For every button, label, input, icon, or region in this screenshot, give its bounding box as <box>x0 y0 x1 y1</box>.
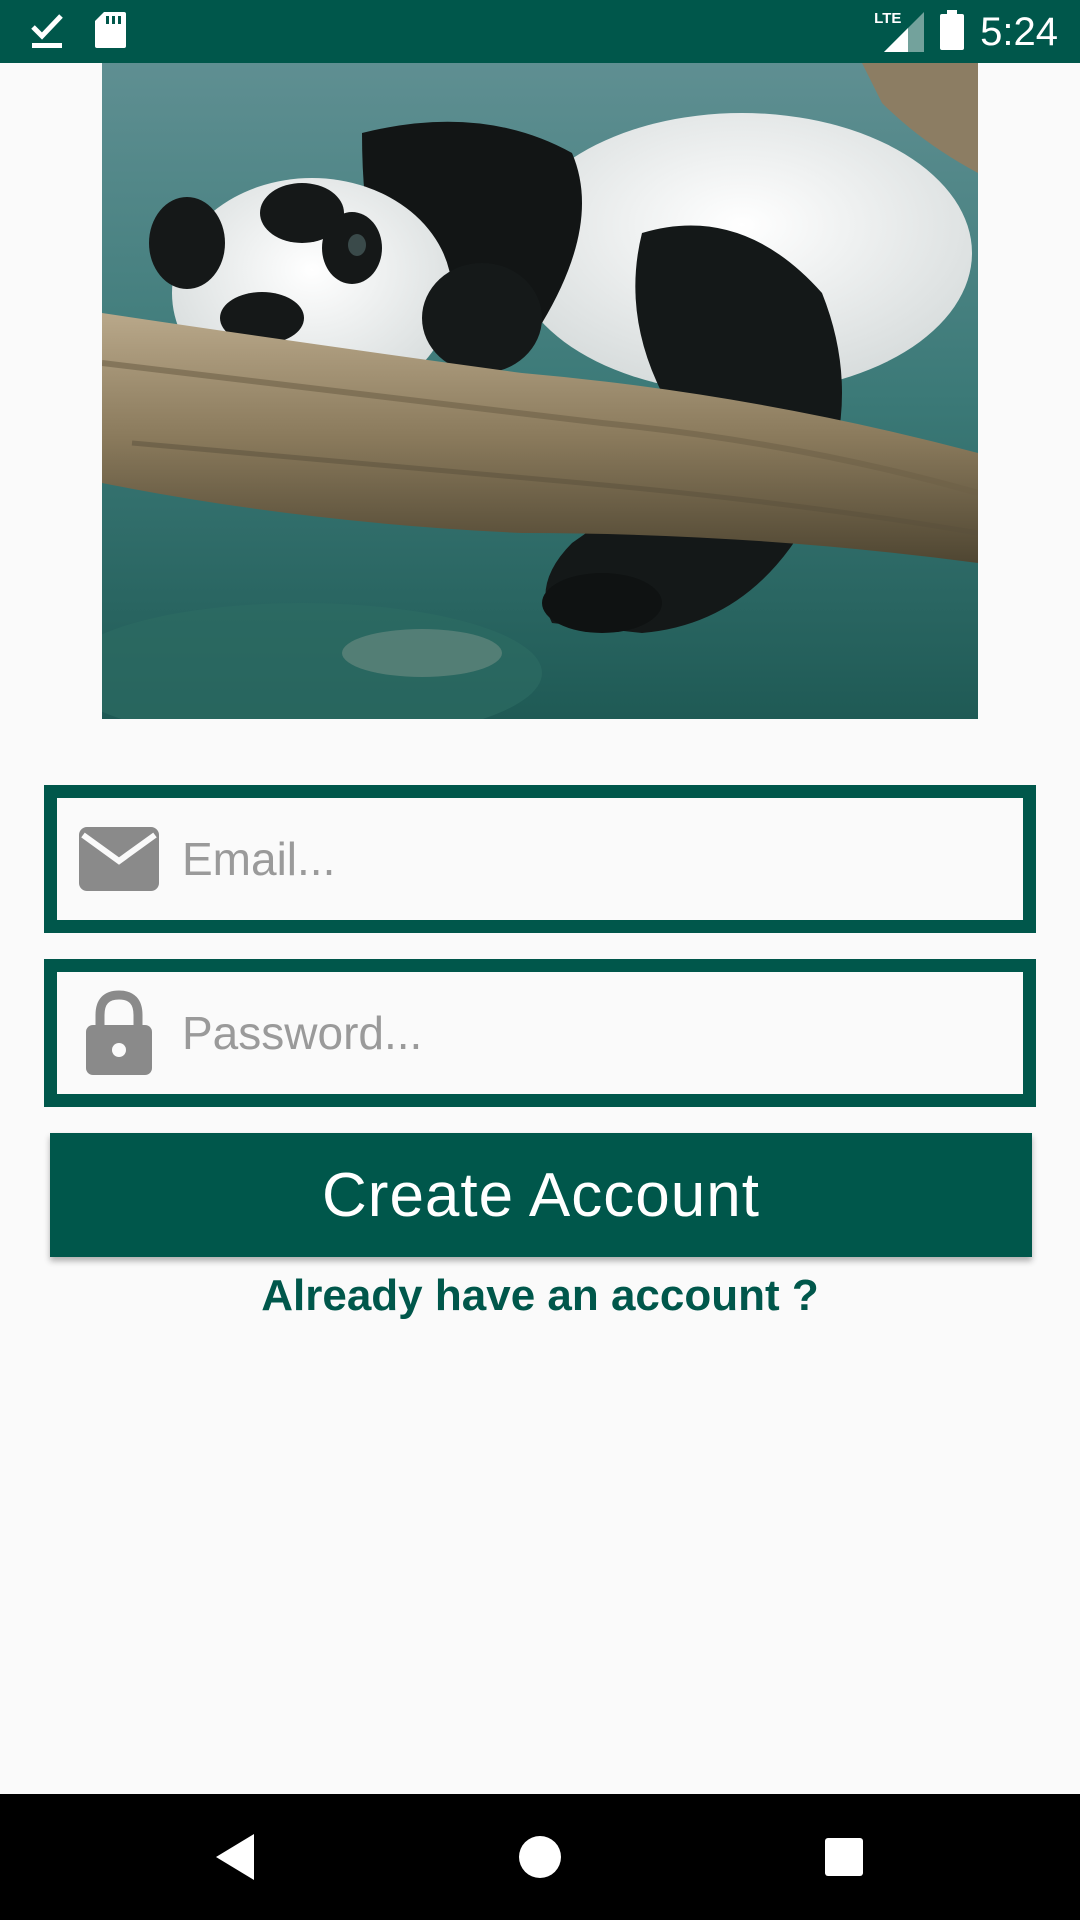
home-icon[interactable] <box>510 1827 570 1887</box>
email-icon <box>77 817 161 901</box>
panda-hero-image <box>102 63 978 719</box>
status-bar-left <box>30 11 126 54</box>
signal-icon: LTE <box>874 10 925 52</box>
back-icon[interactable] <box>206 1827 266 1887</box>
email-input[interactable] <box>182 798 1013 920</box>
email-field-container <box>44 785 1036 933</box>
status-bar-right: LTE 5:24 <box>874 9 1058 55</box>
signup-screen: LTE 5:24 Email... Create Account Already… <box>0 0 1080 1920</box>
network-type-label: LTE <box>874 10 902 27</box>
sd-card-icon <box>94 11 126 54</box>
navigation-bar <box>0 1794 1080 1920</box>
lock-icon <box>77 990 161 1075</box>
recents-icon[interactable] <box>814 1827 874 1887</box>
status-bar: LTE 5:24 <box>0 0 1080 63</box>
create-account-button[interactable]: Create Account <box>50 1133 1032 1257</box>
download-done-icon <box>30 11 64 54</box>
battery-icon <box>940 9 965 55</box>
already-have-account-link[interactable]: Already have an account ? <box>0 1268 1080 1324</box>
password-field-container <box>44 959 1036 1107</box>
password-input[interactable] <box>182 972 1013 1094</box>
clock: 5:24 <box>980 10 1058 54</box>
